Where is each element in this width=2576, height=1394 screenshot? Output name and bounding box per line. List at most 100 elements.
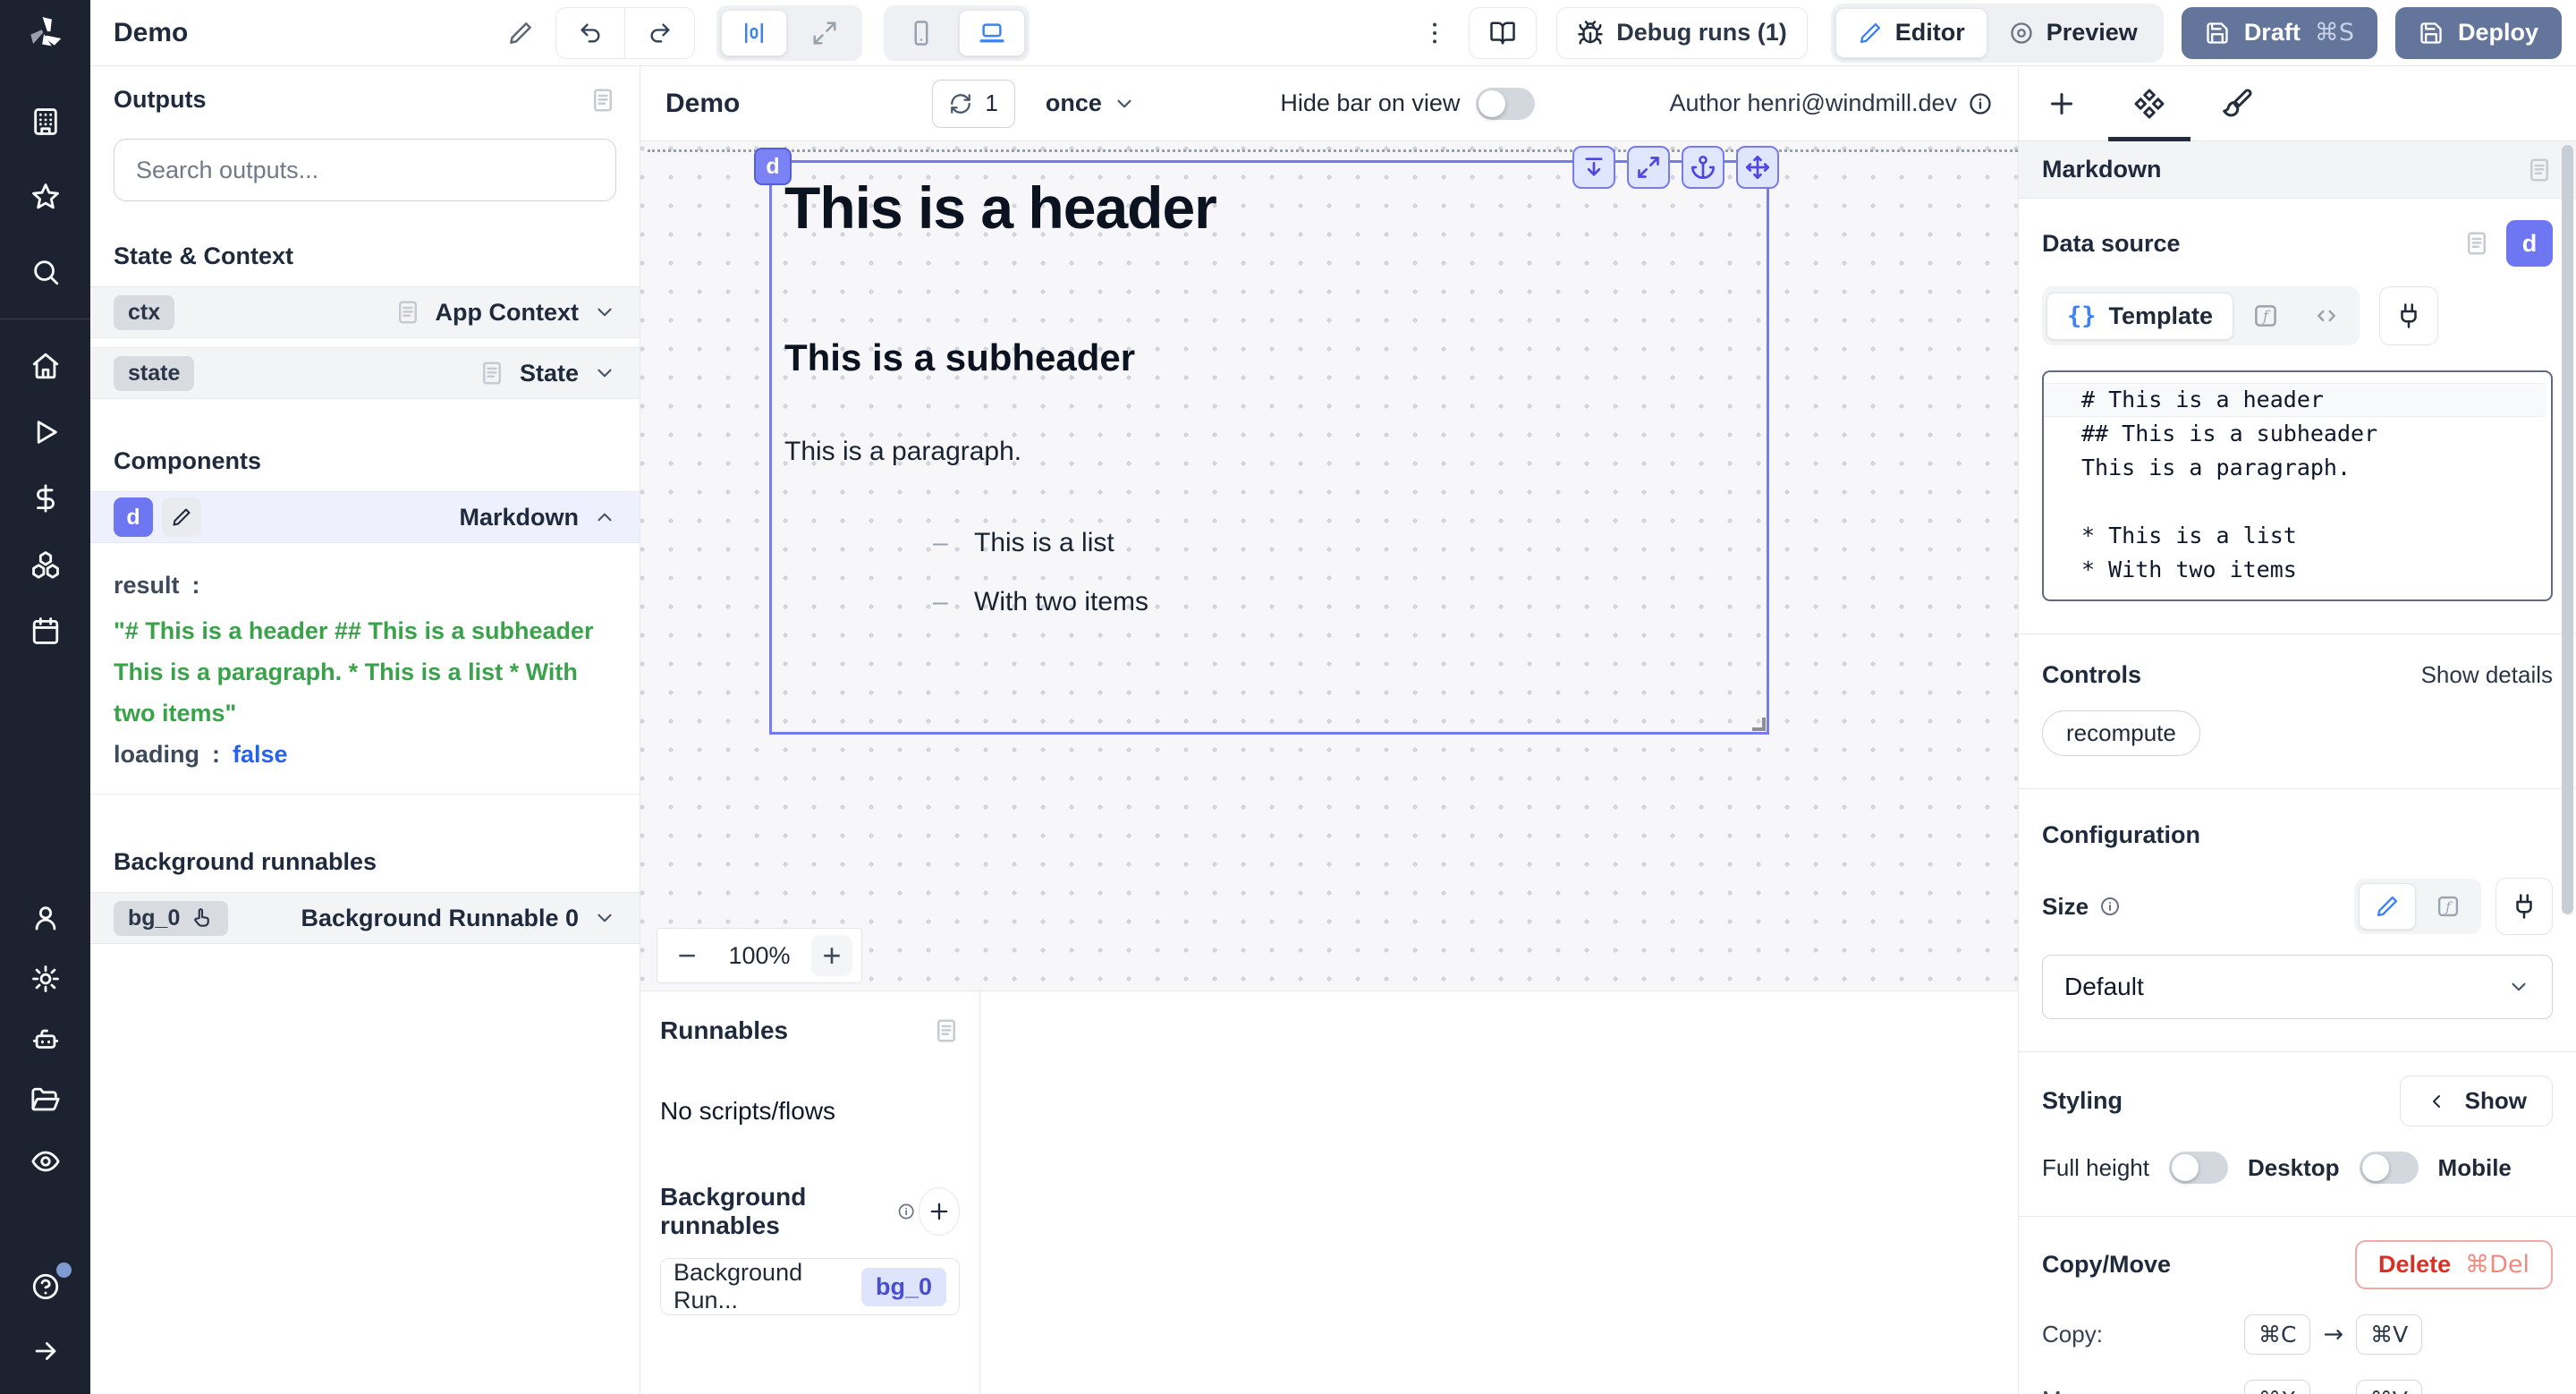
tab-insert-component[interactable] — [2046, 66, 2078, 140]
resize-handle[interactable] — [1752, 718, 1766, 731]
panel-doc-icon[interactable] — [589, 87, 616, 114]
ctx-row[interactable]: ctx App Context — [90, 286, 640, 338]
code-line[interactable]: This is a paragraph. — [2044, 451, 2546, 485]
full-width-button[interactable] — [792, 10, 858, 56]
desktop-toggle[interactable] — [2360, 1152, 2419, 1184]
code-line[interactable]: * This is a list — [2044, 519, 2546, 553]
debug-runs-button[interactable]: Debug runs (1) — [1556, 7, 1808, 59]
redo-button[interactable] — [625, 8, 694, 58]
code-line[interactable]: ## This is a subheader — [2044, 417, 2546, 451]
favorites-icon[interactable] — [26, 177, 65, 217]
expand-down-button[interactable] — [1572, 146, 1615, 189]
debug-runs-label: Debug runs (1) — [1616, 19, 1787, 47]
hide-bar-toggle[interactable] — [1476, 88, 1535, 120]
app-canvas[interactable]: d This is a header This is a subheader T… — [640, 141, 2018, 991]
code-line[interactable]: # This is a header — [2044, 383, 2546, 417]
result-key[interactable]: result — [114, 572, 180, 599]
chevron-down-icon[interactable] — [593, 301, 616, 324]
search-icon[interactable] — [26, 252, 65, 292]
draft-button[interactable]: Draft ⌘S — [2182, 7, 2377, 59]
component-rename-icon[interactable] — [162, 497, 201, 537]
code-line[interactable]: * With two items — [2044, 553, 2546, 587]
variables-icon[interactable] — [26, 479, 65, 518]
code-line[interactable] — [2044, 485, 2546, 519]
recompute-button[interactable]: recompute — [2042, 710, 2200, 756]
resources-icon[interactable] — [26, 545, 65, 584]
component-tag-badge[interactable]: d — [754, 148, 792, 185]
template-mode-button[interactable]: {} Template — [2046, 293, 2233, 340]
refresh-count-button[interactable]: 1 — [932, 80, 1014, 128]
template-code-editor[interactable]: # This is a header ## This is a subheade… — [2042, 370, 2553, 601]
size-static-button[interactable] — [2359, 883, 2416, 930]
markdown-component[interactable]: d This is a header This is a subheader T… — [769, 160, 1769, 735]
scrollbar[interactable] — [2558, 66, 2576, 1394]
workspace-icon[interactable] — [26, 102, 65, 141]
docs-button[interactable] — [1469, 7, 1537, 59]
rename-app-icon[interactable] — [507, 20, 534, 47]
schedule-value: once — [1046, 89, 1102, 117]
runnables-doc-icon[interactable] — [933, 1017, 960, 1044]
search-outputs-input[interactable] — [114, 139, 616, 201]
tab-component-settings[interactable] — [2133, 66, 2165, 140]
info-icon[interactable] — [1968, 91, 1993, 116]
desktop-view-button[interactable] — [959, 10, 1025, 56]
ctx-doc-icon[interactable] — [394, 299, 421, 326]
size-connect-button[interactable] — [2496, 878, 2553, 935]
zoom-in-button[interactable]: + — [811, 935, 852, 976]
fullscreen-button[interactable] — [1627, 146, 1670, 189]
info-icon[interactable] — [897, 1201, 915, 1222]
function-mode-button[interactable]: f — [2237, 291, 2294, 341]
help-icon[interactable] — [26, 1267, 65, 1306]
folders-icon[interactable] — [26, 1081, 65, 1120]
schedules-icon[interactable] — [26, 611, 65, 650]
settings-gear-icon[interactable] — [26, 959, 65, 999]
size-select[interactable]: Default — [2042, 955, 2553, 1019]
data-source-component-badge[interactable]: d — [2506, 220, 2553, 267]
tab-global-styling[interactable] — [2221, 66, 2253, 140]
user-icon[interactable] — [26, 898, 65, 938]
outputs-title: Outputs — [114, 86, 206, 114]
connect-input-button[interactable] — [2379, 286, 2438, 345]
undo-button[interactable] — [556, 8, 625, 58]
chevron-up-icon[interactable] — [593, 506, 616, 529]
preview-tab[interactable]: Preview — [1987, 8, 2159, 58]
home-icon[interactable] — [26, 346, 65, 386]
mobile-view-button[interactable] — [888, 10, 954, 56]
delete-button[interactable]: Delete ⌘Del — [2355, 1240, 2553, 1289]
add-background-runnable-button[interactable] — [919, 1187, 960, 1236]
editor-tab[interactable]: Editor — [1835, 8, 1987, 58]
result-value[interactable]: "# This is a header ## This is a subhead… — [114, 610, 616, 734]
move-button[interactable] — [1736, 146, 1779, 189]
runs-icon[interactable] — [26, 412, 65, 452]
data-source-doc-icon[interactable] — [2463, 230, 2490, 257]
zoom-out-button[interactable]: − — [666, 935, 708, 976]
size-function-button[interactable]: f — [2419, 883, 2477, 930]
styling-title: Styling — [2042, 1087, 2123, 1115]
windmill-logo[interactable] — [0, 0, 90, 66]
schedule-dropdown[interactable]: once — [1046, 89, 1136, 117]
component-d-row[interactable]: d Markdown — [90, 491, 640, 543]
anchor-button[interactable] — [1682, 146, 1724, 189]
styling-show-button[interactable]: Show — [2400, 1075, 2553, 1126]
full-height-toggle[interactable] — [2169, 1152, 2228, 1184]
background-runnable-item[interactable]: Background Run... bg_0 — [660, 1258, 960, 1315]
chevron-down-icon[interactable] — [593, 906, 616, 930]
state-row[interactable]: state State — [90, 347, 640, 399]
code-mode-button[interactable] — [2298, 291, 2355, 341]
bg0-badge: bg_0 — [128, 905, 180, 931]
more-menu-icon[interactable] — [1420, 19, 1449, 47]
info-icon[interactable] — [2099, 896, 2121, 917]
settings-body: Data source d {} Template f — [2019, 199, 2576, 1394]
expand-sidebar-icon[interactable] — [26, 1331, 65, 1371]
show-details-link[interactable]: Show details — [2421, 661, 2553, 689]
loading-key[interactable]: loading — [114, 741, 199, 769]
chevron-down-icon[interactable] — [593, 361, 616, 385]
audit-eye-icon[interactable] — [26, 1142, 65, 1181]
scrollbar-thumb[interactable] — [2562, 145, 2573, 914]
component-doc-icon[interactable] — [2526, 157, 2553, 183]
deploy-button[interactable]: Deploy — [2395, 7, 2562, 59]
constrained-width-button[interactable] — [721, 10, 787, 56]
state-doc-icon[interactable] — [479, 360, 505, 387]
bg0-row[interactable]: bg_0 Background Runnable 0 — [90, 892, 640, 944]
workers-robot-icon[interactable] — [26, 1020, 65, 1059]
